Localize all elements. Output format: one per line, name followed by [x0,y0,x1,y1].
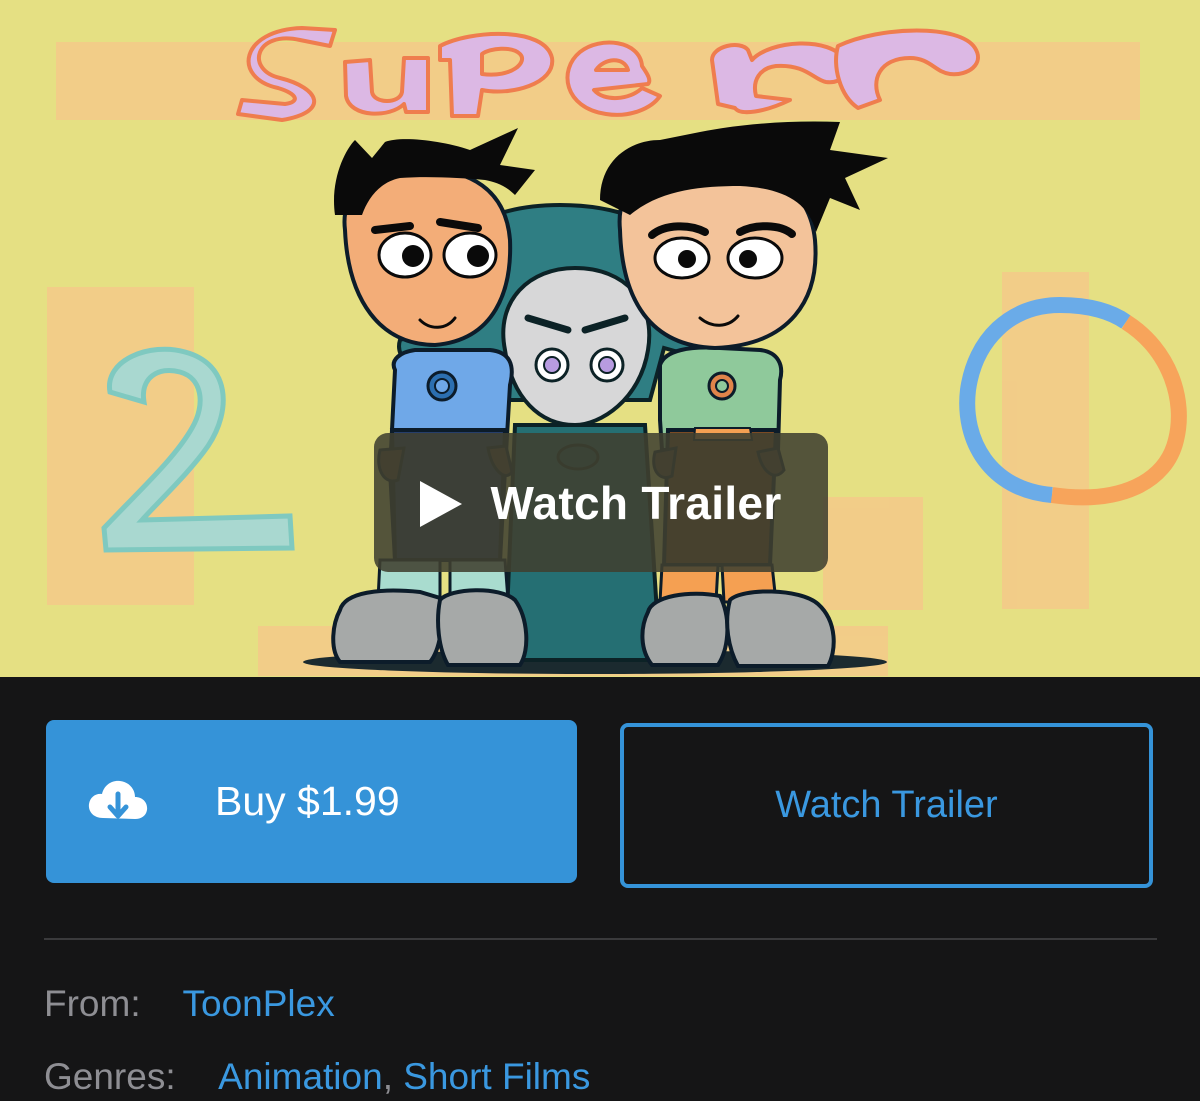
watch-trailer-button[interactable]: Watch Trailer [620,723,1153,888]
from-label: From: [44,983,141,1024]
cloud-download-icon [88,780,148,819]
genre-link-animation[interactable]: Animation [218,1056,383,1097]
buy-button[interactable]: Buy $1.99 [46,720,577,883]
watch-trailer-button-label: Watch Trailer [775,784,998,826]
genre-separator: , [382,1056,393,1097]
watch-trailer-overlay-button[interactable]: Watch Trailer [374,433,828,572]
studio-link[interactable]: ToonPlex [183,983,335,1024]
poster-illustration [47,26,1187,676]
genres-row: Genres: Animation, Short Films [44,1056,590,1098]
poster-artwork: Watch Trailer [0,0,1200,677]
watch-trailer-overlay-label: Watch Trailer [490,476,782,529]
left-character [331,128,535,667]
poster-title-art [236,26,980,122]
section-divider [44,938,1157,940]
buy-button-label: Buy $1.99 [215,778,400,824]
play-icon [420,480,463,527]
from-row: From: ToonPlex [44,983,335,1025]
genre-link-short-films[interactable]: Short Films [403,1056,590,1097]
genres-label: Genres: [44,1056,176,1097]
